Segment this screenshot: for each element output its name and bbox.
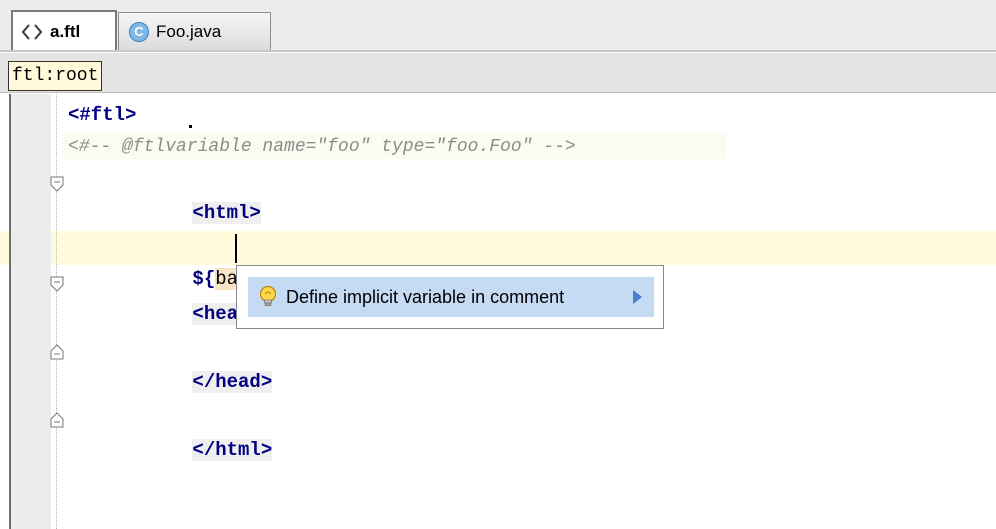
text-caret [235, 234, 237, 263]
intention-define-implicit-variable[interactable]: Define implicit variable in comment [248, 277, 654, 317]
tab-bar-divider [0, 50, 996, 52]
html-open-tag: <html> [192, 202, 261, 224]
fold-end-icon[interactable] [49, 412, 65, 428]
fold-open-icon[interactable] [49, 276, 65, 292]
lightbulb-icon [258, 285, 278, 309]
code-editor[interactable]: <#ftl> <#-- @ftlvariable name="foo" type… [0, 94, 996, 529]
class-icon-letter: C [129, 21, 149, 42]
tab-a-ftl[interactable]: a.ftl [11, 10, 117, 51]
ide-window: a.ftl C Foo.java ftl:root <#ftl> <#-- @f… [0, 0, 996, 529]
intention-label: Define implicit variable in comment [286, 286, 565, 307]
breadcrumb[interactable]: ftl:root [8, 61, 103, 91]
code-line-head-close: </head> [124, 337, 273, 393]
submenu-arrow-icon[interactable] [633, 290, 642, 304]
fold-end-icon[interactable] [49, 344, 65, 360]
gutter-separator [56, 94, 57, 529]
code-line-ftl-directive: <#ftl> [68, 104, 137, 126]
tab-label: a.ftl [50, 21, 81, 41]
tab-label: Foo.java [156, 21, 222, 41]
editor-gutter [11, 94, 51, 529]
fold-open-icon[interactable] [49, 176, 65, 192]
stray-dot [189, 125, 192, 128]
class-icon: C [129, 21, 149, 42]
breadcrumb-bar: ftl:root [0, 53, 996, 93]
code-line-interpolation: ${bar.goo} [124, 234, 306, 290]
angle-brackets-icon [21, 23, 43, 41]
tab-foo-java[interactable]: C Foo.java [118, 12, 271, 50]
editor-tab-bar: a.ftl C Foo.java [0, 0, 996, 52]
html-close-tag: </html> [192, 439, 273, 461]
head-close-tag: </head> [192, 371, 273, 393]
intention-actions-popup: Define implicit variable in comment [236, 265, 664, 329]
code-line-html-open: <html> [124, 168, 261, 224]
code-line-html-close: </html> [124, 405, 273, 461]
code-line-ftlvariable-comment: <#-- @ftlvariable name="foo" type="foo.F… [68, 137, 576, 157]
